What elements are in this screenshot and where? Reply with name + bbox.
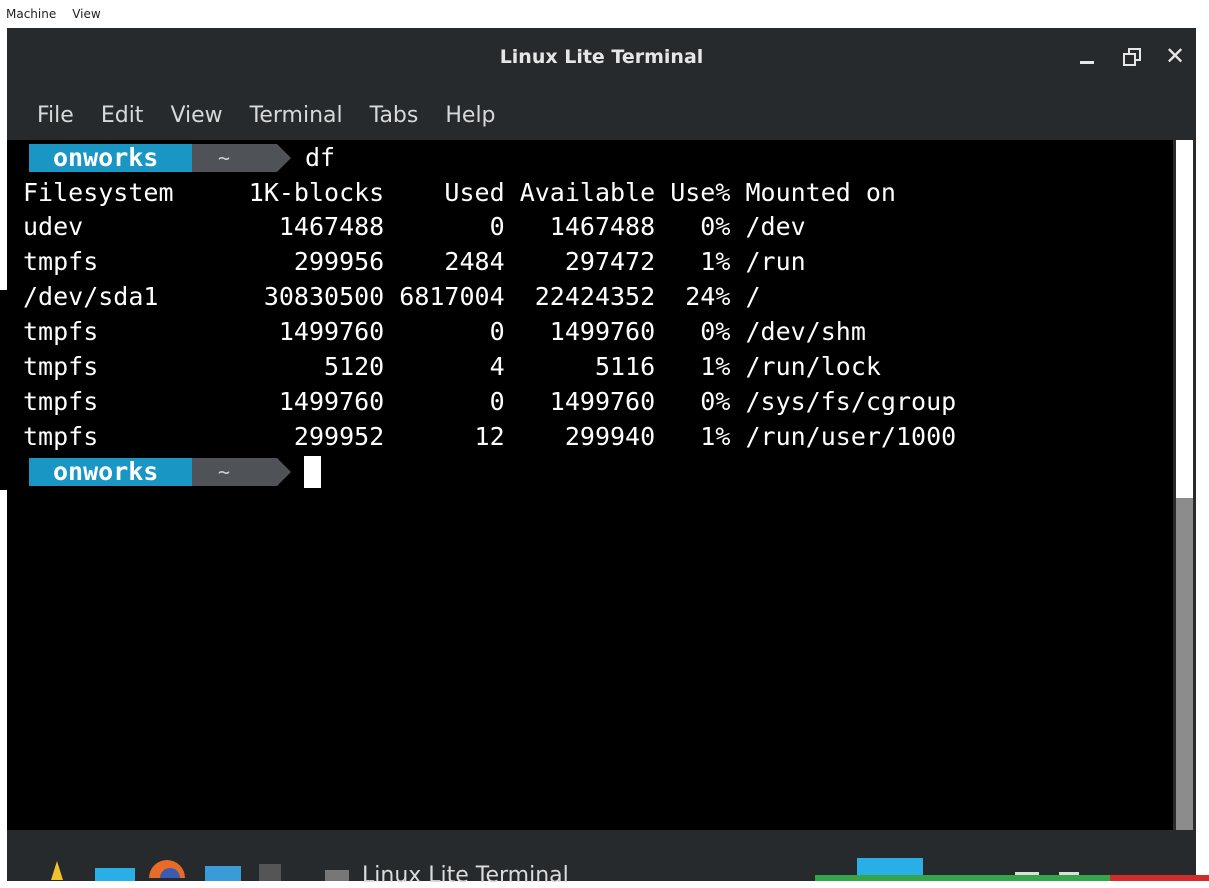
host-menu-machine[interactable]: Machine xyxy=(6,7,56,21)
menu-help[interactable]: Help xyxy=(445,103,495,128)
menu-file[interactable]: File xyxy=(37,103,74,128)
host-left-edge-shadow xyxy=(0,290,7,490)
maximize-icon[interactable] xyxy=(1120,44,1142,68)
taskbar: Linux Lite Terminal xyxy=(7,830,1196,888)
output-row: tmpfs 299952 12 299940 1% /run/user/1000 xyxy=(23,422,957,451)
window-title: Linux Lite Terminal xyxy=(499,46,704,68)
terminal-window: Linux Lite Terminal ✕ File Edit View Ter… xyxy=(7,28,1196,881)
text-cursor xyxy=(304,456,321,488)
close-icon[interactable]: ✕ xyxy=(1164,44,1186,68)
scrollbar[interactable] xyxy=(1173,140,1196,858)
prompt-dir: ~ xyxy=(192,144,291,172)
output-row: tmpfs 5120 4 5116 1% /run/lock xyxy=(23,352,881,381)
recording-bar-end xyxy=(1110,875,1209,881)
desktop-icon[interactable] xyxy=(95,868,135,881)
output-row: tmpfs 1499760 0 1499760 0% /dev/shm xyxy=(23,317,866,346)
prompt-dir: ~ xyxy=(192,458,291,486)
prompt-user: onworks xyxy=(29,458,206,486)
host-menubar: Machine View xyxy=(0,0,1209,28)
minimize-icon[interactable] xyxy=(1076,44,1098,68)
command-text: df xyxy=(305,143,336,172)
prompt-user: onworks xyxy=(29,144,206,172)
output-row: /dev/sda1 30830500 6817004 22424352 24% … xyxy=(23,282,761,311)
terminal-launcher-icon[interactable] xyxy=(259,864,281,881)
taskbar-window-label[interactable]: Linux Lite Terminal xyxy=(362,863,569,888)
terminal-area[interactable]: onworks ~ df Filesystem 1K-blocks Used A… xyxy=(7,140,1173,858)
window-controls: ✕ xyxy=(1076,44,1186,68)
app-menubar: File Edit View Terminal Tabs Help xyxy=(7,90,1196,140)
files-icon[interactable] xyxy=(205,866,241,881)
scrollbar-thumb[interactable] xyxy=(1176,140,1193,498)
menu-launcher-icon[interactable] xyxy=(47,860,67,880)
output-row: tmpfs 1499760 0 1499760 0% /sys/fs/cgrou… xyxy=(23,387,957,416)
window-button-icon xyxy=(325,870,349,881)
menu-terminal[interactable]: Terminal xyxy=(250,103,343,128)
menu-view[interactable]: View xyxy=(170,103,222,128)
window-titlebar[interactable]: Linux Lite Terminal ✕ xyxy=(7,28,1196,90)
firefox-icon[interactable] xyxy=(147,858,187,878)
output-header: Filesystem 1K-blocks Used Available Use%… xyxy=(23,178,896,207)
host-menu-view[interactable]: View xyxy=(72,7,100,21)
output-row: udev 1467488 0 1467488 0% /dev xyxy=(23,212,806,241)
output-row: tmpfs 299956 2484 297472 1% /run xyxy=(23,247,806,276)
menu-edit[interactable]: Edit xyxy=(101,103,144,128)
menu-tabs[interactable]: Tabs xyxy=(370,103,419,128)
